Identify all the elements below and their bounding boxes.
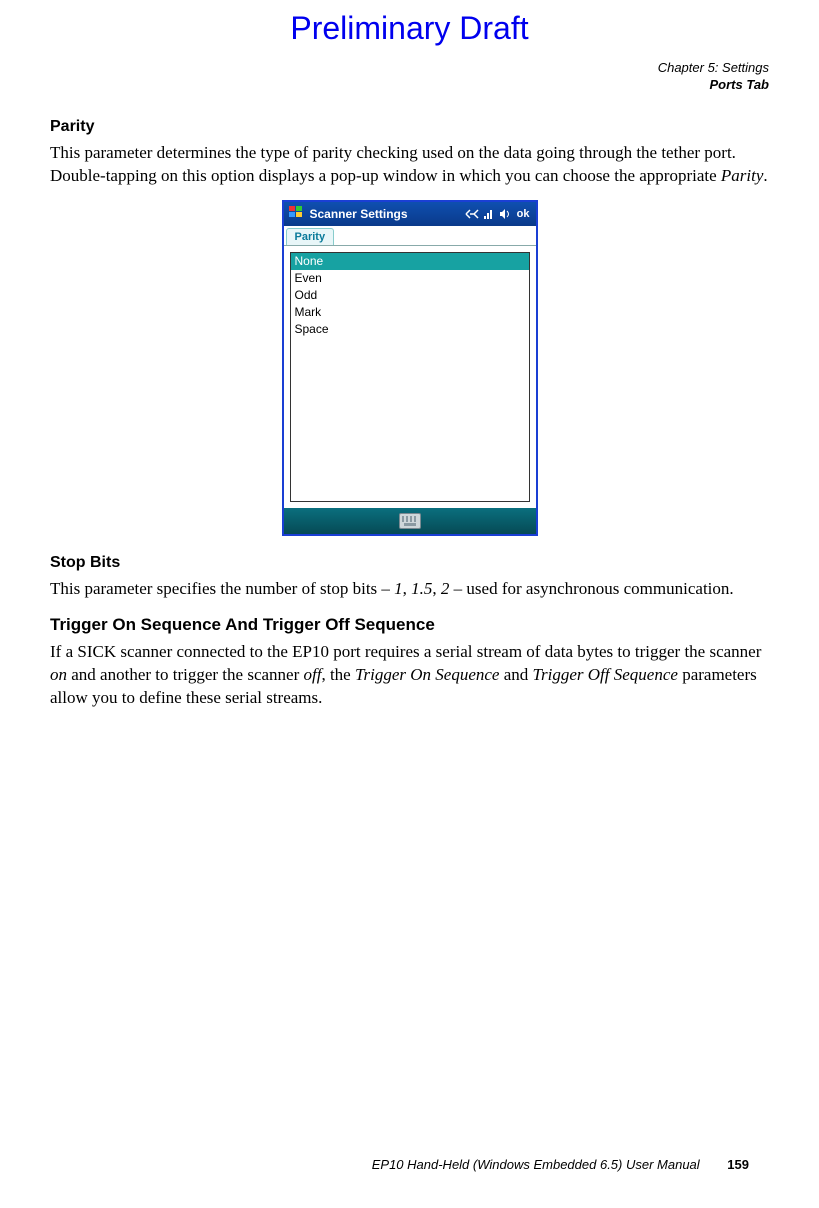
list-item[interactable]: Space — [291, 321, 529, 338]
text: , — [403, 579, 412, 598]
text: – used for asynchronous communication. — [449, 579, 733, 598]
draft-banner: Preliminary Draft — [0, 10, 819, 47]
para-stop-bits: This parameter specifies the number of s… — [50, 578, 769, 601]
text-italic: on — [50, 665, 67, 684]
text: This parameter determines the type of pa… — [50, 143, 736, 185]
text: If a SICK scanner connected to the EP10 … — [50, 642, 761, 661]
volume-icon[interactable] — [499, 208, 511, 220]
figure-scanner-settings: Scanner Settings ok Parity None Even — [50, 200, 769, 536]
signal-icon[interactable] — [483, 208, 495, 220]
parity-listbox[interactable]: None Even Odd Mark Space — [290, 252, 530, 502]
page-footer: EP10 Hand-Held (Windows Embedded 6.5) Us… — [0, 1157, 749, 1172]
heading-stop-bits: Stop Bits — [50, 554, 769, 572]
tab-parity[interactable]: Parity — [286, 228, 335, 245]
text-italic: 1.5 — [411, 579, 432, 598]
ok-button[interactable]: ok — [515, 208, 532, 220]
heading-parity: Parity — [50, 118, 769, 136]
tab-bar: Parity — [284, 226, 536, 246]
bottom-bar — [284, 508, 536, 534]
section-label: Ports Tab — [658, 77, 769, 94]
list-item[interactable]: Odd — [291, 287, 529, 304]
device-window: Scanner Settings ok Parity None Even — [282, 200, 538, 536]
para-trigger: If a SICK scanner connected to the EP10 … — [50, 641, 769, 710]
dialog-body: None Even Odd Mark Space — [284, 246, 536, 508]
list-item[interactable]: None — [291, 253, 529, 270]
text-italic: Trigger Off Sequence — [533, 665, 678, 684]
manual-title: EP10 Hand-Held (Windows Embedded 6.5) Us… — [372, 1157, 700, 1172]
text: , the — [321, 665, 355, 684]
windows-flag-icon[interactable] — [288, 204, 304, 223]
connectivity-icon[interactable] — [465, 208, 479, 220]
page-number: 159 — [727, 1157, 749, 1172]
page-header: Chapter 5: Settings Ports Tab — [658, 60, 769, 94]
para-parity: This parameter determines the type of pa… — [50, 142, 769, 188]
text-italic: Parity — [721, 166, 764, 185]
heading-trigger: Trigger On Sequence And Trigger Off Sequ… — [50, 615, 769, 635]
keyboard-icon[interactable] — [399, 513, 421, 529]
system-tray: ok — [465, 208, 532, 220]
text: This parameter specifies the number of s… — [50, 579, 394, 598]
chapter-label: Chapter 5: Settings — [658, 60, 769, 77]
text-italic: off — [304, 665, 322, 684]
titlebar: Scanner Settings ok — [284, 202, 536, 226]
text-italic: 1 — [394, 579, 403, 598]
text: and — [499, 665, 532, 684]
text-italic: Trigger On Sequence — [355, 665, 499, 684]
list-item[interactable]: Even — [291, 270, 529, 287]
text: . — [763, 166, 767, 185]
text: , — [432, 579, 441, 598]
list-item[interactable]: Mark — [291, 304, 529, 321]
window-title: Scanner Settings — [310, 207, 459, 221]
text: and another to trigger the scanner — [67, 665, 304, 684]
